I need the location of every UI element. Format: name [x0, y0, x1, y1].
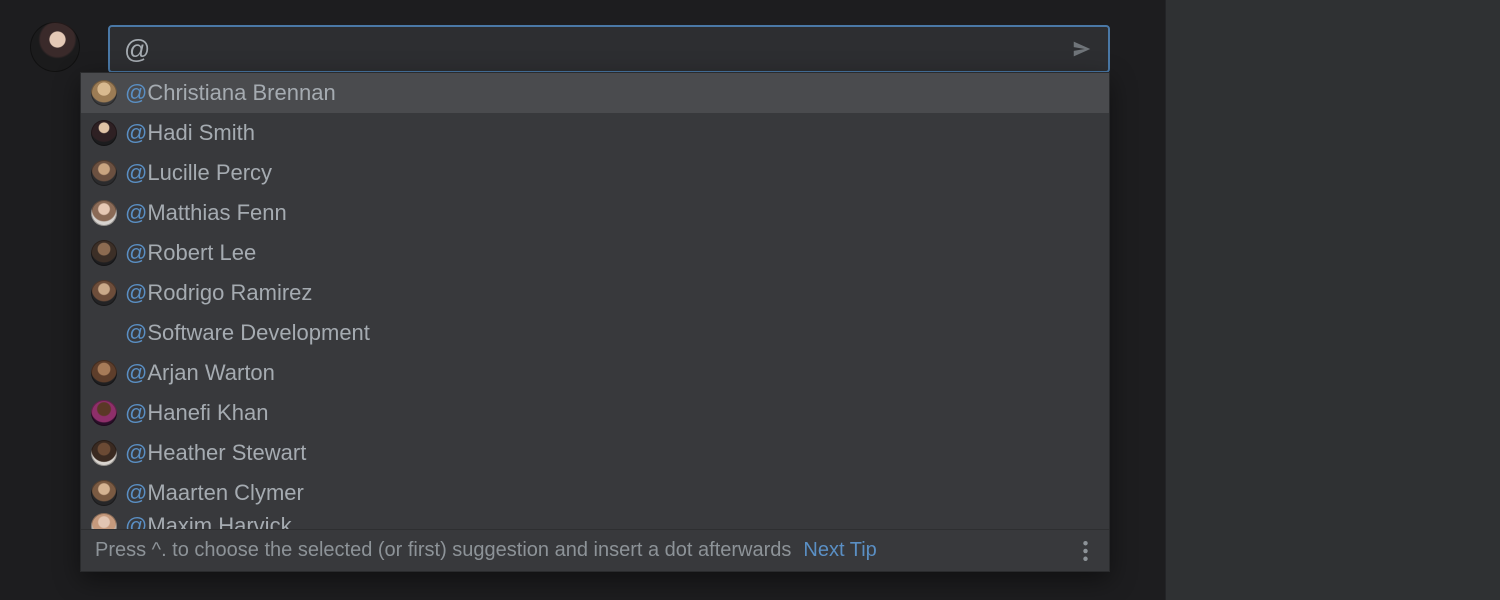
at-symbol: @: [125, 280, 147, 306]
avatar: [91, 440, 117, 466]
at-symbol: @: [125, 480, 147, 506]
suggestion-item[interactable]: @ Matthias Fenn: [81, 193, 1109, 233]
suggestion-item[interactable]: @ Rodrigo Ramirez: [81, 273, 1109, 313]
suggestion-name: Rodrigo Ramirez: [147, 280, 312, 306]
current-user-avatar[interactable]: [30, 22, 80, 72]
avatar: [91, 120, 117, 146]
suggestion-name: Hadi Smith: [147, 120, 255, 146]
suggestion-item[interactable]: @ Maarten Clymer: [81, 473, 1109, 513]
compose-text: @: [124, 36, 150, 62]
avatar: [91, 400, 117, 426]
app-stage: @ @ Christiana Brennan @ Hadi Smith @ Lu…: [0, 0, 1500, 600]
more-options-icon[interactable]: [1071, 537, 1099, 565]
right-side-panel: [1165, 0, 1500, 600]
avatar: [91, 480, 117, 506]
at-symbol: @: [125, 120, 147, 146]
suggestion-item[interactable]: @ Christiana Brennan: [81, 73, 1109, 113]
suggestion-name: Hanefi Khan: [147, 400, 268, 426]
suggestion-item[interactable]: @ Robert Lee: [81, 233, 1109, 273]
suggestion-item[interactable]: @ Maxim Harvick: [81, 513, 1109, 529]
suggestion-item[interactable]: @ Hadi Smith: [81, 113, 1109, 153]
suggestion-item[interactable]: @ Arjan Warton: [81, 353, 1109, 393]
suggestion-name: Maxim Harvick: [147, 513, 291, 529]
avatar: [91, 280, 117, 306]
suggestion-name: Heather Stewart: [147, 440, 306, 466]
at-symbol: @: [125, 160, 147, 186]
compose-input[interactable]: @: [108, 25, 1110, 73]
suggestion-name: Christiana Brennan: [147, 80, 335, 106]
suggestion-name: Lucille Percy: [147, 160, 272, 186]
suggestion-name: Maarten Clymer: [147, 480, 303, 506]
avatar: [91, 200, 117, 226]
at-symbol: @: [125, 513, 147, 529]
tip-bar: Press ^. to choose the selected (or firs…: [81, 529, 1109, 571]
at-symbol: @: [125, 360, 147, 386]
at-symbol: @: [125, 80, 147, 106]
avatar: [91, 360, 117, 386]
avatar: [91, 240, 117, 266]
at-symbol: @: [125, 200, 147, 226]
suggestion-name: Robert Lee: [147, 240, 256, 266]
suggestion-name: Matthias Fenn: [147, 200, 286, 226]
next-tip-link[interactable]: Next Tip: [803, 539, 876, 562]
at-symbol: @: [125, 440, 147, 466]
suggestion-name: Software Development: [147, 320, 370, 346]
suggestion-item[interactable]: @ Hanefi Khan: [81, 393, 1109, 433]
tip-text: Press ^. to choose the selected (or firs…: [95, 539, 791, 562]
avatar-placeholder: [91, 320, 117, 346]
suggestion-list[interactable]: @ Christiana Brennan @ Hadi Smith @ Luci…: [81, 73, 1109, 529]
at-symbol: @: [125, 400, 147, 426]
suggestion-item[interactable]: @ Software Development: [81, 313, 1109, 353]
mention-suggestion-popup: @ Christiana Brennan @ Hadi Smith @ Luci…: [80, 72, 1110, 572]
at-symbol: @: [125, 240, 147, 266]
avatar: [91, 80, 117, 106]
avatar: [91, 513, 117, 529]
avatar: [91, 160, 117, 186]
at-symbol: @: [125, 320, 147, 346]
suggestion-item[interactable]: @ Heather Stewart: [81, 433, 1109, 473]
suggestion-item[interactable]: @ Lucille Percy: [81, 153, 1109, 193]
send-icon[interactable]: [1068, 35, 1096, 63]
suggestion-name: Arjan Warton: [147, 360, 275, 386]
